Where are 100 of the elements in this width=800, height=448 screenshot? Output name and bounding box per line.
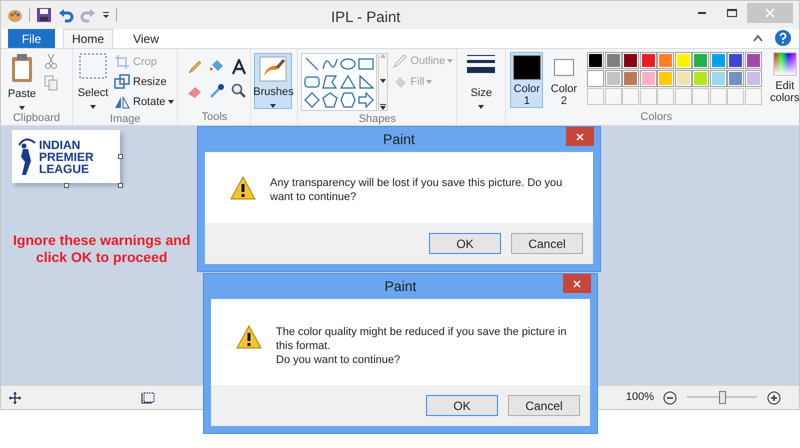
dialog-button[interactable]: OK	[426, 395, 498, 416]
logo-text: PREMIER	[39, 150, 94, 162]
save-icon[interactable]	[36, 7, 52, 23]
magnifier-icon[interactable]	[231, 83, 248, 99]
palette-swatch[interactable]	[744, 70, 762, 87]
zoom-in-icon[interactable]	[767, 390, 781, 404]
palette-swatch[interactable]	[710, 52, 727, 69]
resize-handle[interactable]	[118, 154, 123, 159]
paintbrush-icon	[259, 56, 288, 82]
hexagon-icon[interactable]	[340, 92, 356, 108]
curve-icon[interactable]	[322, 56, 338, 72]
clipboard-icon	[10, 53, 34, 83]
dialog-message: Any transparency will be lost if you save this picture. Do you want to continue?	[270, 176, 564, 204]
close-icon	[765, 8, 775, 18]
warning-icon	[230, 176, 256, 200]
batsman-logo-icon	[16, 136, 36, 176]
crop-icon	[114, 54, 130, 70]
paste-button[interactable]: Paste	[4, 53, 40, 110]
palette-swatch[interactable]	[587, 52, 604, 69]
zoom-slider[interactable]	[684, 391, 760, 404]
dialog-button[interactable]: Cancel	[508, 395, 580, 416]
dialog-message: Do you want to continue?	[276, 353, 402, 367]
group-label: Clipboard	[12, 110, 62, 126]
oval-icon[interactable]	[340, 56, 356, 72]
palette-swatch[interactable]	[657, 70, 674, 87]
more-icon	[380, 104, 386, 110]
eyedropper-icon[interactable]	[209, 83, 226, 99]
palette-swatch[interactable]	[710, 70, 727, 87]
palette-swatch[interactable]	[692, 52, 710, 69]
palette-swatch[interactable]	[727, 52, 744, 69]
palette-swatch[interactable]	[674, 52, 692, 69]
scissors-icon[interactable]	[44, 53, 58, 69]
palette-swatch[interactable]	[674, 70, 692, 87]
caret-icon	[380, 79, 386, 83]
triangle-icon[interactable]	[340, 74, 356, 90]
brushes-button[interactable]: Brushes	[254, 53, 292, 109]
rounded-rectangle-icon[interactable]	[304, 74, 320, 90]
group-label: Image	[108, 112, 142, 127]
polygon-icon[interactable]	[322, 74, 338, 90]
dashed-rectangle-icon	[79, 53, 107, 79]
line-icon[interactable]	[304, 56, 320, 72]
size-button[interactable]: Size	[460, 53, 502, 108]
palette-swatch[interactable]	[587, 70, 604, 87]
palette-swatch[interactable]	[744, 52, 762, 69]
text-icon[interactable]	[231, 59, 248, 75]
palette-swatch[interactable]	[622, 70, 640, 87]
selection-size-icon	[141, 392, 155, 404]
pentagon-icon[interactable]	[322, 92, 338, 108]
caret-icon	[168, 100, 174, 104]
select-button[interactable]: Select	[76, 53, 110, 108]
palette-swatch[interactable]	[657, 52, 674, 69]
caret-icon	[478, 104, 484, 108]
caret-icon	[90, 104, 96, 108]
group-label: Colors	[639, 110, 674, 125]
palette-swatch[interactable]	[727, 70, 744, 87]
zoom-slider-thumb[interactable]	[719, 391, 726, 404]
color-selector-button[interactable]: Color 2	[547, 52, 580, 108]
palette-swatch[interactable]	[604, 52, 622, 69]
dialog-button[interactable]: Cancel	[511, 233, 583, 254]
palette-swatch[interactable]	[604, 70, 622, 87]
image-tool-button[interactable]: Resize	[114, 73, 174, 91]
caret-icon[interactable]	[102, 11, 110, 19]
rotate-icon	[114, 94, 130, 110]
palette-swatch[interactable]	[640, 70, 657, 87]
gallery-scroll-bar[interactable]	[378, 53, 388, 111]
edit-colors-button[interactable]: Edit colors	[767, 52, 800, 104]
annotation-text: Ignore these warnings and	[13, 232, 190, 249]
dialog-message: The color quality might be reduced if you save the picture in this format.	[276, 325, 568, 353]
resize-handle[interactable]	[118, 183, 123, 188]
arrow-icon[interactable]	[358, 92, 374, 108]
color-spectrum-icon	[772, 52, 797, 76]
palette-swatch[interactable]	[692, 70, 710, 87]
close-button[interactable]	[563, 274, 591, 293]
zoom-out-icon[interactable]	[663, 390, 677, 404]
resize-handle[interactable]	[64, 183, 69, 188]
ribbon-tab[interactable]: Home	[63, 29, 113, 48]
palette-swatch[interactable]	[622, 52, 640, 69]
diamond-icon[interactable]	[304, 92, 320, 108]
right-triangle-icon[interactable]	[358, 74, 374, 90]
color-selector-button[interactable]: Color 1	[510, 52, 544, 108]
pencil-icon	[392, 53, 408, 70]
pencil-icon[interactable]	[187, 59, 204, 75]
palette-swatch[interactable]	[640, 52, 657, 69]
chevron-up-icon[interactable]	[753, 34, 763, 42]
dialog-button[interactable]: OK	[429, 233, 501, 254]
group-label: Shapes	[358, 112, 397, 127]
caret-icon	[380, 54, 386, 58]
annotation-text: click OK to proceed	[36, 249, 168, 266]
undo-icon[interactable]	[58, 7, 74, 23]
caret-icon	[19, 106, 25, 110]
zoom-percentage: 100%	[626, 390, 654, 406]
rectangle-icon[interactable]	[358, 56, 374, 72]
help-icon[interactable]	[775, 30, 791, 46]
file-menu-tab[interactable]: File	[8, 29, 55, 48]
close-icon	[576, 132, 584, 140]
move-cursor-icon	[9, 392, 21, 404]
image-tool-button[interactable]: Rotate	[114, 93, 174, 111]
caret-icon	[426, 80, 432, 84]
close-button[interactable]	[566, 127, 594, 146]
caret-icon	[447, 59, 454, 64]
